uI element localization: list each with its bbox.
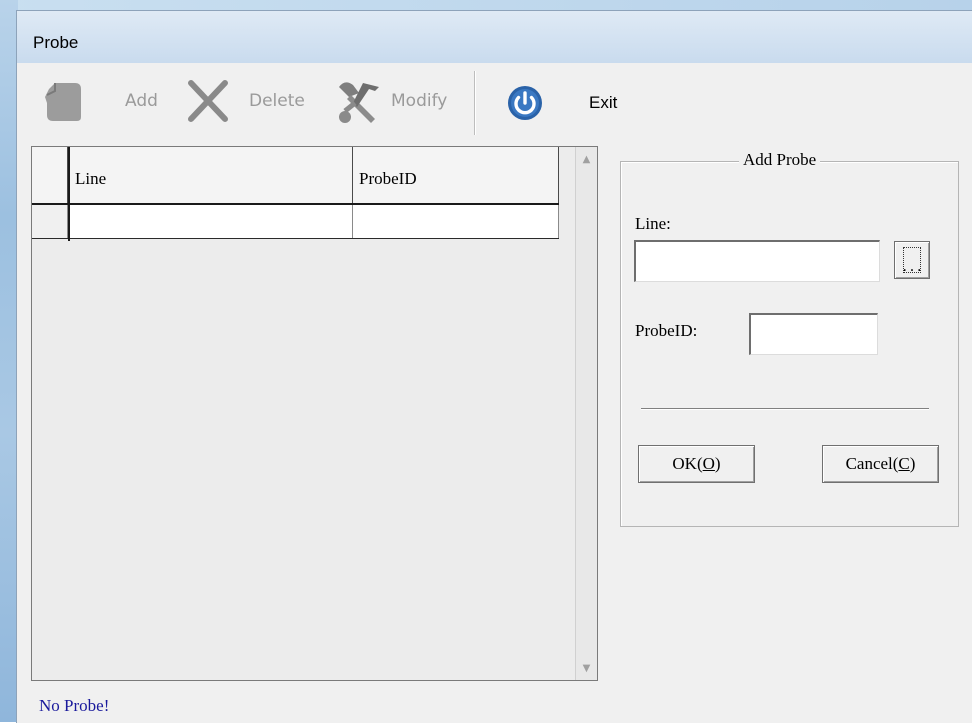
table-cell-probeid[interactable] (353, 205, 559, 238)
ok-button[interactable]: OK(O) (638, 445, 755, 483)
vertical-scrollbar[interactable]: ▲ ▼ (575, 147, 597, 680)
delete-button[interactable]: Delete (187, 79, 305, 123)
scroll-down-arrow-icon[interactable]: ▼ (576, 658, 597, 678)
browse-button[interactable]: ... (894, 241, 930, 279)
toolbar-separator (474, 71, 475, 135)
probeid-label: ProbeID: (635, 321, 698, 340)
table-row[interactable] (32, 205, 559, 239)
ellipsis-icon: ... (901, 247, 923, 273)
modify-icon (335, 77, 383, 125)
row-header-corner[interactable] (32, 147, 68, 203)
row-header-divider (68, 147, 70, 241)
title-bar[interactable]: Probe (17, 11, 972, 63)
probe-grid[interactable]: Line ProbeID ▲ ▼ (31, 146, 598, 681)
group-divider (641, 408, 929, 409)
delete-icon (187, 79, 229, 123)
window-title: Probe (33, 33, 79, 52)
exit-button[interactable]: Exit (507, 85, 617, 121)
grid-header: Line ProbeID (32, 147, 559, 205)
line-input[interactable] (634, 240, 880, 282)
column-header-label: Line (75, 169, 107, 188)
modify-label: Modify (391, 91, 448, 111)
row-header-cell[interactable] (32, 205, 68, 238)
table-cell-line[interactable] (69, 205, 353, 238)
column-header-probeid[interactable]: ProbeID (353, 147, 559, 203)
add-button[interactable]: Add (41, 77, 158, 125)
add-label: Add (125, 91, 158, 111)
cancel-label: Cancel(C) (845, 454, 916, 473)
probeid-input[interactable] (749, 313, 878, 355)
power-icon (507, 85, 543, 121)
status-message: No Probe! (39, 696, 110, 715)
toolbar: Add Delete Modify Exit (17, 65, 972, 141)
column-header-label: ProbeID (359, 169, 417, 188)
delete-label: Delete (249, 91, 305, 111)
scroll-up-arrow-icon[interactable]: ▲ (576, 149, 597, 169)
line-label: Line: (635, 214, 671, 233)
exit-label: Exit (589, 93, 618, 112)
column-header-line[interactable]: Line (69, 147, 353, 203)
ok-label: OK(O) (672, 454, 721, 473)
cancel-button[interactable]: Cancel(C) (822, 445, 939, 483)
probe-window: Probe Add Delete Modify Exit Line ProbeI… (16, 10, 972, 723)
modify-button[interactable]: Modify (335, 77, 447, 125)
group-title: Add Probe (739, 150, 821, 170)
add-icon (41, 77, 85, 125)
